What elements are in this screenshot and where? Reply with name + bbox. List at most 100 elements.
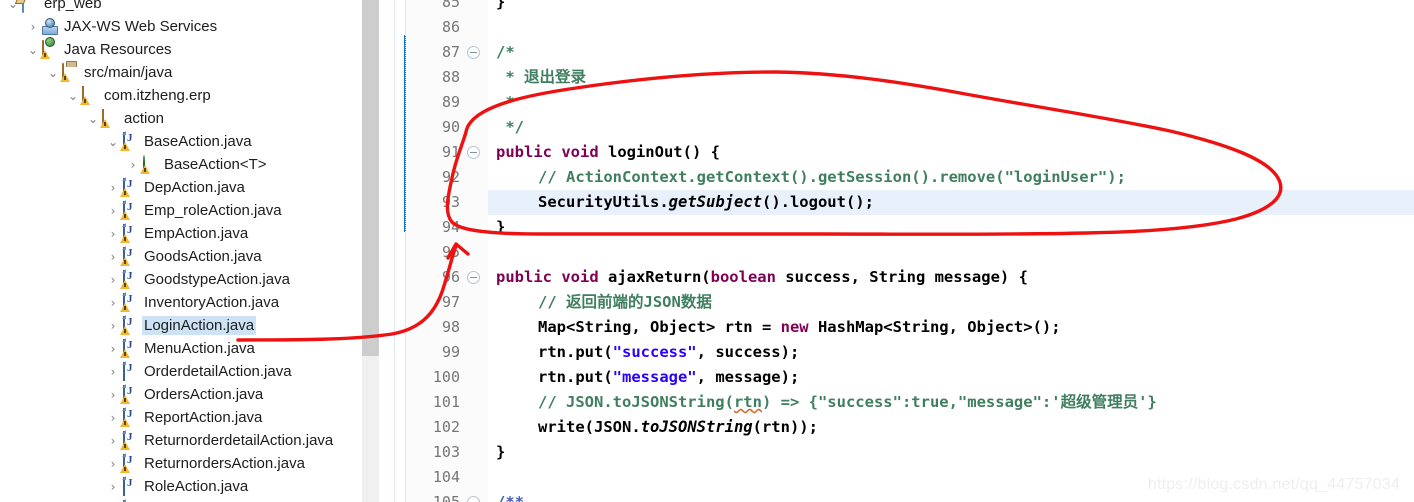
tree-item-goodstypeaction-java[interactable]: › GoodstypeAction.java [0,268,292,291]
code-line: } [496,0,505,15]
fold-collapse-icon[interactable] [467,46,480,59]
java-file-icon [120,361,138,381]
fold-collapse-icon[interactable] [467,496,480,502]
tree-item-goodsaction-java[interactable]: › GoodsAction.java [0,245,264,268]
java-file-icon [120,200,138,220]
tree-item-label: OrderdetailAction.java [144,363,292,380]
code-token: } [496,0,506,11]
tree-item-empaction-java[interactable]: › EmpAction.java [0,222,250,245]
java-file-icon [120,407,138,427]
tree-item-reportaction-java[interactable]: › ReportAction.java [0,406,264,429]
tree-item-label: src/main/java [84,64,173,81]
chevron-down-icon[interactable]: ⌄ [26,44,40,56]
line-number: 97 [441,293,460,311]
tree-item-menuaction-java[interactable]: › MenuAction.java [0,337,257,360]
code-token: // ActionContext.getContext().getSession… [538,168,1126,186]
code-token: , success); [696,343,800,361]
chevron-down-icon[interactable]: ⌄ [86,113,100,125]
chevron-right-icon[interactable]: › [126,159,140,171]
code-line: /** [496,490,524,502]
tree-item-java-resources[interactable]: ⌄ Java Resources [0,38,174,61]
tree-item-label: ReturnordersAction.java [144,455,305,472]
code-token: } [496,443,506,461]
tree-item-baseaction-t[interactable]: › BaseAction<T> [0,153,269,176]
tree-item-inventoryaction-java[interactable]: › InventoryAction.java [0,291,281,314]
tree-item-label: RoleAction.java [144,478,249,495]
project-icon [20,0,38,13]
explorer-scrollbar-thumb[interactable] [362,0,379,356]
chevron-right-icon[interactable]: › [106,320,120,332]
csdn-watermark: https://blog.csdn.net/qq_44757034 [1147,476,1400,493]
chevron-right-icon[interactable]: › [106,412,120,424]
chevron-right-icon[interactable]: › [106,389,120,401]
code-token: rtn.put( [538,343,613,361]
tree-item-roleaction-java[interactable]: › RoleAction.java [0,475,250,498]
line-number: 96 [441,268,460,286]
code-token: HashMap<String, Object>(); [817,318,1061,336]
code-token: loginOut() { [607,143,720,161]
tree-item-partial[interactable]: › [0,498,146,502]
code-token: } [496,218,506,236]
code-editor[interactable]: 85 86 87 88 89 90 91 92 93 94 95 96 97 98 99 100 101 102 1… [386,0,1414,502]
chevron-right-icon[interactable]: › [106,205,120,217]
chevron-down-icon[interactable]: ⌄ [106,136,120,148]
tree-item-label: BaseAction<T> [164,156,267,173]
line-number: 103 [432,443,460,461]
tree-item-returnordersaction-java[interactable]: › ReturnordersAction.java [0,452,307,475]
tree-item-src-main-java[interactable]: ⌄ src/main/java [0,61,174,84]
tree-item-action[interactable]: ⌄ action [0,107,166,130]
tree-item-orderdetailaction-java[interactable]: › OrderdetailAction.java [0,360,294,383]
tree-item-label: Emp_roleAction.java [144,202,282,219]
warning-badge-icon [120,256,130,266]
tree-item-returnorderdetailaction-java[interactable]: › ReturnorderdetailAction.java [0,429,335,452]
tree-item-ordersaction-java[interactable]: › OrdersAction.java [0,383,265,406]
tree-item-baseaction-java[interactable]: ⌄ BaseAction.java [0,130,254,153]
chevron-right-icon[interactable]: › [26,21,40,33]
chevron-right-icon[interactable]: › [106,182,120,194]
java-file-icon [120,315,138,335]
code-line: public void ajaxReturn(boolean success, … [496,265,1028,290]
fold-collapse-icon[interactable] [467,146,480,159]
code-text-area[interactable]: } /* * 退出登录 * */ public void loginOut() {/… [488,0,1414,502]
tree-item-com-itzheng-erp[interactable]: ⌄ com.itzheng.erp [0,84,213,107]
web-services-icon [40,18,58,36]
code-line: */ [496,115,524,140]
code-token: , message); [696,368,800,386]
java-file-icon [120,292,138,312]
tree-item-jax-ws-web-services[interactable]: › JAX-WS Web Services [0,15,219,38]
line-number: 102 [432,418,460,436]
chevron-right-icon[interactable]: › [106,297,120,309]
code-token: Map<String, Object> rtn = [538,318,781,336]
chevron-right-icon[interactable]: › [106,458,120,470]
chevron-right-icon[interactable]: › [106,274,120,286]
tree-item-emp-roleaction-java[interactable]: › Emp_roleAction.java [0,199,284,222]
line-number: 101 [432,393,460,411]
tree-item-label: ReturnorderdetailAction.java [144,432,334,449]
line-number: 87 [441,43,460,61]
chevron-right-icon[interactable]: › [106,228,120,240]
tree-item-label: ReportAction.java [144,409,263,426]
code-token: toJSONString [640,418,753,436]
code-token: SecurityUtils. [538,193,669,211]
chevron-down-icon[interactable]: ⌄ [66,90,80,102]
tree-item-label: BaseAction.java [144,133,252,150]
line-number: 89 [441,93,460,111]
chevron-right-icon[interactable]: › [106,251,120,263]
chevron-down-icon[interactable]: ⌄ [46,67,60,79]
fold-collapse-icon[interactable] [467,271,480,284]
warning-badge-icon [120,440,130,450]
explorer-vertical-scrollbar[interactable] [362,0,379,502]
tree-item-loginaction-java[interactable]: › LoginAction.java [0,314,257,337]
warning-badge-icon [40,49,50,59]
package-explorer-tree[interactable]: ⌄ erp_web › JAX-WS Web Services ⌄ Java Resour… [0,0,358,502]
java-resources-icon [40,39,58,59]
class-icon [140,154,158,174]
line-number: 90 [441,118,460,136]
tree-item-depaction-java[interactable]: › DepAction.java [0,176,247,199]
chevron-right-icon[interactable]: › [106,343,120,355]
chevron-right-icon[interactable]: › [106,481,120,493]
chevron-right-icon[interactable]: › [106,366,120,378]
tree-item-erp-web[interactable]: ⌄ erp_web [0,0,104,15]
chevron-right-icon[interactable]: › [106,435,120,447]
source-folder-icon [60,62,78,82]
